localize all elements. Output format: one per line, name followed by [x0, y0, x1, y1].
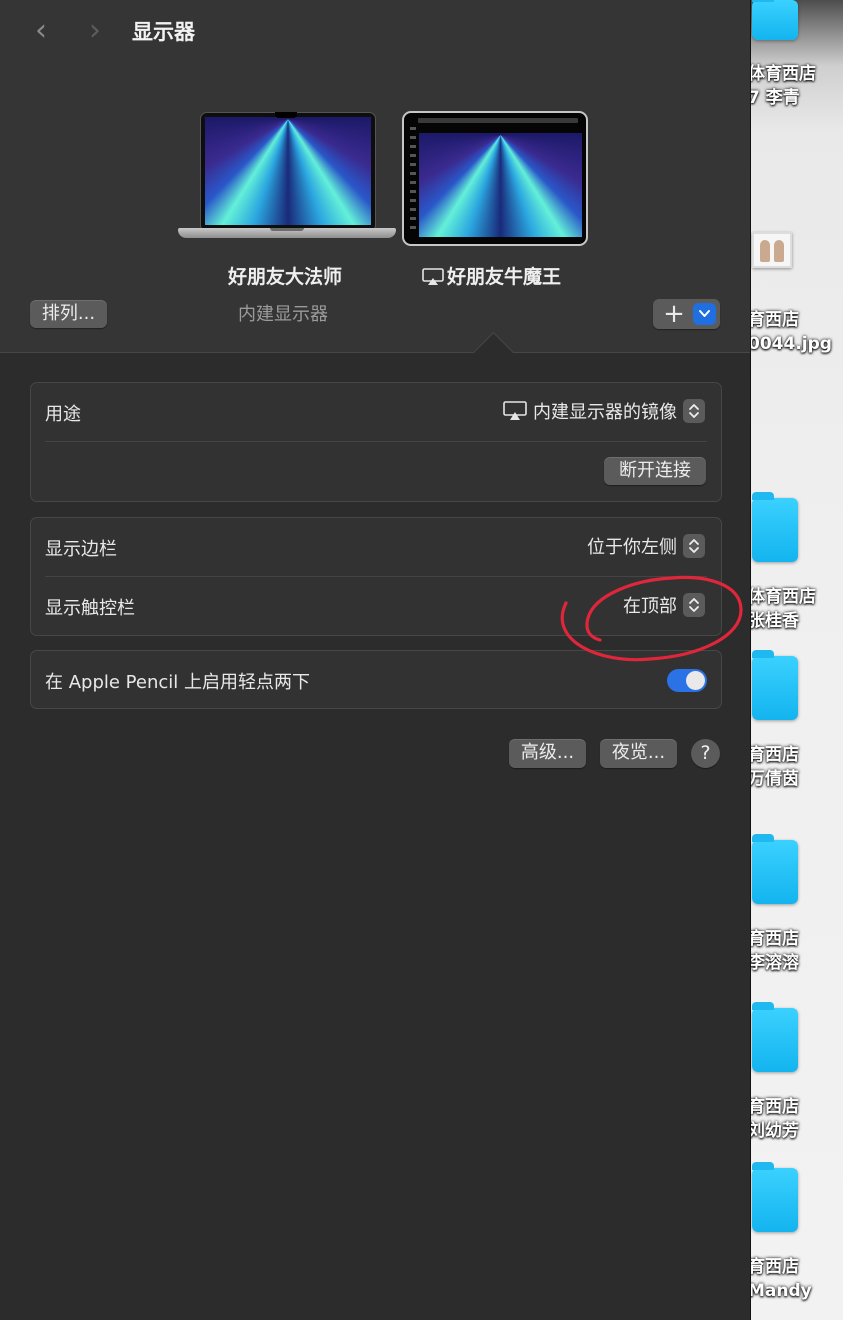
- displays-settings-window: ‹ › 显示器 好朋友大法师 好朋友牛魔王 内建显示器 排列... + 用途 内…: [0, 0, 751, 1320]
- laptop-base: [178, 228, 396, 238]
- folder-icon[interactable]: [752, 650, 798, 720]
- desktop-item-label[interactable]: 育西店 万倩茵: [748, 743, 843, 791]
- apple-pencil-card: 在 Apple Pencil 上启用轻点两下: [30, 650, 722, 709]
- desktop-item-label[interactable]: 育西店 刘幼芳: [748, 1095, 843, 1143]
- chevron-down-icon[interactable]: [693, 303, 716, 325]
- ipad-sidebar-strip: [410, 127, 416, 235]
- display-name-builtin: 好朋友大法师: [228, 266, 343, 288]
- macbook-display-thumbnail[interactable]: [178, 112, 396, 242]
- wallpaper-image: [419, 133, 582, 237]
- display-name-ipad: 好朋友牛魔王: [422, 262, 561, 289]
- folder-icon[interactable]: [752, 492, 798, 562]
- sidebar-position-popup[interactable]: 位于你左侧: [587, 533, 705, 559]
- folder-icon[interactable]: [752, 0, 798, 40]
- pencil-double-tap-label: 在 Apple Pencil 上启用轻点两下: [45, 672, 310, 693]
- touchbar-position-value: 在顶部: [623, 596, 677, 617]
- show-sidebar-label: 显示边栏: [45, 539, 117, 560]
- plus-icon[interactable]: +: [661, 299, 687, 329]
- usage-popup[interactable]: 内建显示器的镜像: [503, 398, 705, 424]
- laptop-notch: [275, 112, 297, 118]
- folder-icon[interactable]: [752, 1162, 798, 1232]
- toggle-knob: [686, 671, 705, 690]
- sidebar-touchbar-card: 显示边栏 位于你左侧 显示触控栏 在顶部: [30, 517, 722, 636]
- arrange-button[interactable]: 排列...: [30, 300, 107, 328]
- airplay-icon: [503, 401, 527, 420]
- back-chevron-icon[interactable]: ‹: [27, 14, 55, 48]
- folder-icon[interactable]: [752, 1002, 798, 1072]
- folder-icon[interactable]: [752, 834, 798, 904]
- display-subtitle: 内建显示器: [238, 304, 328, 325]
- forward-chevron-icon[interactable]: ›: [81, 14, 109, 48]
- row-divider: [45, 576, 707, 577]
- airplay-icon: [422, 268, 444, 285]
- desktop-item-label[interactable]: 育西店 Mandy: [748, 1255, 843, 1303]
- advanced-button[interactable]: 高级...: [509, 739, 586, 768]
- help-button[interactable]: ?: [691, 739, 720, 768]
- desktop-item-label[interactable]: 育西店 0044.jpg: [748, 308, 843, 356]
- pencil-double-tap-toggle[interactable]: [667, 669, 707, 692]
- usage-card: 用途 内建显示器的镜像 断开连接: [30, 382, 722, 502]
- desktop-item-label[interactable]: 体育西店 张桂香: [748, 585, 843, 633]
- usage-label: 用途: [45, 404, 81, 425]
- touchbar-position-popup[interactable]: 在顶部: [623, 592, 705, 618]
- wallpaper-image: [205, 117, 371, 225]
- row-divider: [45, 441, 707, 442]
- show-touchbar-label: 显示触控栏: [45, 598, 135, 619]
- desktop-item-label[interactable]: 育西店 李溶溶: [748, 927, 843, 975]
- page-title: 显示器: [132, 20, 195, 44]
- ipad-display-thumbnail[interactable]: [402, 111, 588, 246]
- night-shift-button[interactable]: 夜览...: [600, 739, 677, 768]
- up-down-chevron-icon[interactable]: [683, 399, 705, 423]
- display-arrangement-header: ‹ › 显示器 好朋友大法师 好朋友牛魔王 内建显示器 排列... +: [0, 0, 750, 353]
- disconnect-button[interactable]: 断开连接: [604, 457, 706, 485]
- ipad-menubar: [418, 118, 578, 123]
- sidebar-position-value: 位于你左侧: [587, 537, 677, 558]
- usage-value: 内建显示器的镜像: [533, 402, 677, 423]
- image-file-icon[interactable]: [752, 232, 792, 268]
- up-down-chevron-icon[interactable]: [683, 534, 705, 558]
- display-name-ipad-text: 好朋友牛魔王: [447, 266, 562, 288]
- add-display-button[interactable]: +: [653, 299, 720, 329]
- desktop-item-label[interactable]: 体育西店 7 李青: [748, 62, 843, 110]
- up-down-chevron-icon[interactable]: [683, 593, 705, 617]
